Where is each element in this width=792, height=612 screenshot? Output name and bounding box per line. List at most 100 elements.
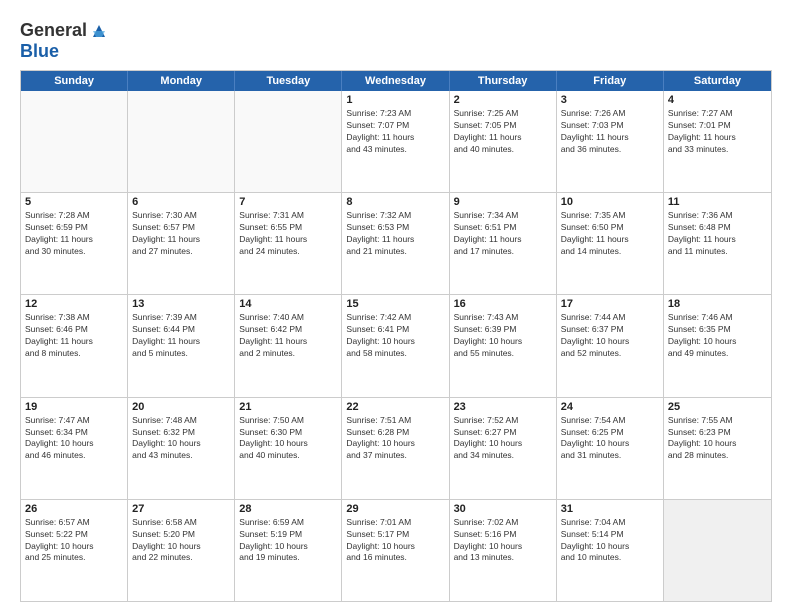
week-row-1: 5 Sunrise: 7:28 AM Sunset: 6:59 PM Daylig… (21, 192, 771, 294)
week-row-4: 26 Sunrise: 6:57 AM Sunset: 5:22 PM Dayli… (21, 499, 771, 601)
day-number: 20 (132, 401, 230, 413)
day-number: 17 (561, 298, 659, 310)
day-cell: 6 Sunrise: 7:30 AM Sunset: 6:57 PM Daylig… (128, 193, 235, 294)
day-cell: 12Sunrise: 7:38 AM Sunset: 6:46 PM Dayli… (21, 295, 128, 396)
day-cell: 10 Sunrise: 7:35 AM Sunset: 6:50 PM Dayli… (557, 193, 664, 294)
day-name-monday: Monday (128, 71, 235, 91)
day-number: 25 (668, 401, 767, 413)
day-number: 4 (668, 94, 767, 106)
week-row-0: 1 Sunrise: 7:23 AM Sunset: 7:07 PM Daylig… (21, 91, 771, 192)
day-info: Sunrise: 6:57 AM Sunset: 5:22 PM Dayligh… (25, 517, 123, 565)
day-info: Sunrise: 7:34 AM Sunset: 6:51 PM Dayligh… (454, 210, 552, 258)
day-cell (235, 91, 342, 192)
day-number: 3 (561, 94, 659, 106)
day-number: 27 (132, 503, 230, 515)
day-number: 18 (668, 298, 767, 310)
day-info: Sunrise: 7:01 AM Sunset: 5:17 PM Dayligh… (346, 517, 444, 565)
day-number: 6 (132, 196, 230, 208)
day-info: Sunrise: 7:47 AM Sunset: 6:34 PM Dayligh… (25, 415, 123, 463)
day-info: Sunrise: 7:28 AM Sunset: 6:59 PM Dayligh… (25, 210, 123, 258)
day-number: 8 (346, 196, 444, 208)
day-info: Sunrise: 7:25 AM Sunset: 7:05 PM Dayligh… (454, 108, 552, 156)
day-cell: 16 Sunrise: 7:43 AM Sunset: 6:39 PM Dayli… (450, 295, 557, 396)
day-cell: 5 Sunrise: 7:28 AM Sunset: 6:59 PM Daylig… (21, 193, 128, 294)
day-info: Sunrise: 7:52 AM Sunset: 6:27 PM Dayligh… (454, 415, 552, 463)
day-cell: 1 Sunrise: 7:23 AM Sunset: 7:07 PM Daylig… (342, 91, 449, 192)
day-cell: 31Sunrise: 7:04 AM Sunset: 5:14 PM Dayli… (557, 500, 664, 601)
day-cell: 21 Sunrise: 7:50 AM Sunset: 6:30 PM Dayli… (235, 398, 342, 499)
header: General Blue (20, 15, 772, 62)
day-cell: 17 Sunrise: 7:44 AM Sunset: 6:37 PM Dayli… (557, 295, 664, 396)
calendar-header: SundayMondayTuesdayWednesdayThursdayFrid… (21, 71, 771, 91)
logo-general: General (20, 20, 87, 41)
day-number: 13 (132, 298, 230, 310)
page: General Blue SundayMondayTuesdayWednesda… (0, 0, 792, 612)
day-number: 22 (346, 401, 444, 413)
day-number: 9 (454, 196, 552, 208)
day-info: Sunrise: 7:55 AM Sunset: 6:23 PM Dayligh… (668, 415, 767, 463)
day-info: Sunrise: 7:02 AM Sunset: 5:16 PM Dayligh… (454, 517, 552, 565)
day-number: 28 (239, 503, 337, 515)
day-info: Sunrise: 7:23 AM Sunset: 7:07 PM Dayligh… (346, 108, 444, 156)
day-info: Sunrise: 7:44 AM Sunset: 6:37 PM Dayligh… (561, 312, 659, 360)
day-cell: 25 Sunrise: 7:55 AM Sunset: 6:23 PM Dayli… (664, 398, 771, 499)
day-cell: 9 Sunrise: 7:34 AM Sunset: 6:51 PM Daylig… (450, 193, 557, 294)
day-info: Sunrise: 7:42 AM Sunset: 6:41 PM Dayligh… (346, 312, 444, 360)
day-cell: 30 Sunrise: 7:02 AM Sunset: 5:16 PM Dayli… (450, 500, 557, 601)
day-cell: 3 Sunrise: 7:26 AM Sunset: 7:03 PM Daylig… (557, 91, 664, 192)
day-cell: 14 Sunrise: 7:40 AM Sunset: 6:42 PM Dayli… (235, 295, 342, 396)
day-number: 23 (454, 401, 552, 413)
day-info: Sunrise: 7:26 AM Sunset: 7:03 PM Dayligh… (561, 108, 659, 156)
day-info: Sunrise: 7:40 AM Sunset: 6:42 PM Dayligh… (239, 312, 337, 360)
day-cell: 24Sunrise: 7:54 AM Sunset: 6:25 PM Dayli… (557, 398, 664, 499)
day-cell: 29Sunrise: 7:01 AM Sunset: 5:17 PM Dayli… (342, 500, 449, 601)
day-cell: 19 Sunrise: 7:47 AM Sunset: 6:34 PM Dayli… (21, 398, 128, 499)
day-cell: 23 Sunrise: 7:52 AM Sunset: 6:27 PM Dayli… (450, 398, 557, 499)
day-cell: 27 Sunrise: 6:58 AM Sunset: 5:20 PM Dayli… (128, 500, 235, 601)
day-number: 30 (454, 503, 552, 515)
day-info: Sunrise: 7:38 AM Sunset: 6:46 PM Dayligh… (25, 312, 123, 360)
day-info: Sunrise: 7:46 AM Sunset: 6:35 PM Dayligh… (668, 312, 767, 360)
day-cell: 20 Sunrise: 7:48 AM Sunset: 6:32 PM Dayli… (128, 398, 235, 499)
day-name-thursday: Thursday (450, 71, 557, 91)
day-info: Sunrise: 7:48 AM Sunset: 6:32 PM Dayligh… (132, 415, 230, 463)
day-cell: 22 Sunrise: 7:51 AM Sunset: 6:28 PM Dayli… (342, 398, 449, 499)
day-info: Sunrise: 6:58 AM Sunset: 5:20 PM Dayligh… (132, 517, 230, 565)
day-cell (128, 91, 235, 192)
day-number: 14 (239, 298, 337, 310)
day-info: Sunrise: 7:32 AM Sunset: 6:53 PM Dayligh… (346, 210, 444, 258)
day-info: Sunrise: 7:51 AM Sunset: 6:28 PM Dayligh… (346, 415, 444, 463)
day-cell: 26 Sunrise: 6:57 AM Sunset: 5:22 PM Dayli… (21, 500, 128, 601)
day-cell: 7 Sunrise: 7:31 AM Sunset: 6:55 PM Daylig… (235, 193, 342, 294)
day-cell: 28 Sunrise: 6:59 AM Sunset: 5:19 PM Dayli… (235, 500, 342, 601)
day-name-saturday: Saturday (664, 71, 771, 91)
logo-icon (89, 21, 109, 41)
logo-blue: Blue (20, 41, 109, 62)
week-row-3: 19 Sunrise: 7:47 AM Sunset: 6:34 PM Dayli… (21, 397, 771, 499)
day-number: 7 (239, 196, 337, 208)
day-cell: 18 Sunrise: 7:46 AM Sunset: 6:35 PM Dayli… (664, 295, 771, 396)
day-info: Sunrise: 6:59 AM Sunset: 5:19 PM Dayligh… (239, 517, 337, 565)
day-number: 19 (25, 401, 123, 413)
day-cell: 2Sunrise: 7:25 AM Sunset: 7:05 PM Daylig… (450, 91, 557, 192)
day-info: Sunrise: 7:39 AM Sunset: 6:44 PM Dayligh… (132, 312, 230, 360)
day-number: 16 (454, 298, 552, 310)
day-number: 11 (668, 196, 767, 208)
week-row-2: 12Sunrise: 7:38 AM Sunset: 6:46 PM Dayli… (21, 294, 771, 396)
day-info: Sunrise: 7:43 AM Sunset: 6:39 PM Dayligh… (454, 312, 552, 360)
day-info: Sunrise: 7:30 AM Sunset: 6:57 PM Dayligh… (132, 210, 230, 258)
day-info: Sunrise: 7:35 AM Sunset: 6:50 PM Dayligh… (561, 210, 659, 258)
day-number: 26 (25, 503, 123, 515)
day-info: Sunrise: 7:50 AM Sunset: 6:30 PM Dayligh… (239, 415, 337, 463)
day-number: 10 (561, 196, 659, 208)
day-name-wednesday: Wednesday (342, 71, 449, 91)
day-info: Sunrise: 7:31 AM Sunset: 6:55 PM Dayligh… (239, 210, 337, 258)
day-number: 1 (346, 94, 444, 106)
day-name-sunday: Sunday (21, 71, 128, 91)
day-number: 21 (239, 401, 337, 413)
day-number: 5 (25, 196, 123, 208)
day-number: 15 (346, 298, 444, 310)
day-info: Sunrise: 7:04 AM Sunset: 5:14 PM Dayligh… (561, 517, 659, 565)
day-number: 24 (561, 401, 659, 413)
day-cell: 11Sunrise: 7:36 AM Sunset: 6:48 PM Dayli… (664, 193, 771, 294)
